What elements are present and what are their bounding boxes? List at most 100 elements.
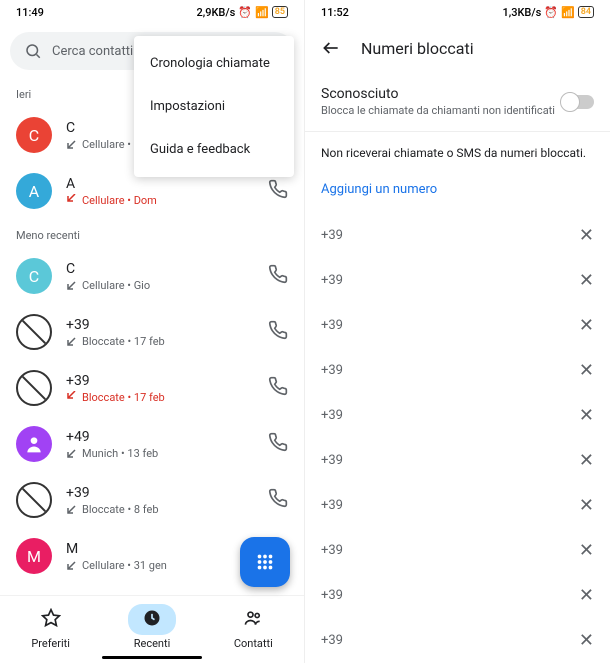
- unknown-toggle-row[interactable]: Sconosciuto Blocca le chiamate da chiama…: [305, 72, 610, 132]
- battery-indicator: 85: [272, 6, 288, 18]
- status-time: 11:49: [16, 6, 44, 19]
- blocked-number: +39: [321, 408, 343, 423]
- call-row[interactable]: +39Bloccate • 17 feb: [0, 304, 304, 360]
- call-name: +39: [66, 373, 254, 389]
- blocked-number: +39: [321, 363, 343, 378]
- blocked-row: +39 ✕: [305, 573, 610, 618]
- screen-header: Numeri bloccati: [305, 24, 610, 72]
- remove-icon[interactable]: ✕: [579, 405, 594, 426]
- call-name: A: [66, 176, 254, 192]
- remove-icon[interactable]: ✕: [579, 495, 594, 516]
- status-bar: 11:52 1,3KB/s ⏰ 📶 84: [305, 0, 610, 24]
- avatar: C: [16, 258, 52, 294]
- star-icon: [41, 608, 61, 628]
- blocked-icon: [16, 482, 52, 518]
- blocked-number: +39: [321, 318, 343, 333]
- call-button[interactable]: [268, 488, 288, 512]
- signal-icon: 📶: [561, 6, 575, 19]
- clock-icon: [142, 608, 162, 628]
- call-subtitle: Bloccate • 8 feb: [66, 503, 254, 516]
- blocked-numbers-screen: 11:52 1,3KB/s ⏰ 📶 84 Numeri bloccati Sco…: [305, 0, 610, 663]
- call-button[interactable]: [268, 179, 288, 203]
- people-icon: [243, 608, 263, 628]
- remove-icon[interactable]: ✕: [579, 630, 594, 651]
- blocked-row: +39 ✕: [305, 438, 610, 483]
- back-icon[interactable]: [321, 38, 341, 58]
- nav-favorites[interactable]: Preferiti: [27, 604, 75, 650]
- call-button[interactable]: [268, 376, 288, 400]
- menu-help[interactable]: Guida e feedback: [134, 128, 294, 171]
- remove-icon[interactable]: ✕: [579, 585, 594, 606]
- call-name: +39: [66, 317, 254, 333]
- avatar: C: [16, 117, 52, 153]
- blocked-row: +39✕: [305, 213, 610, 258]
- remove-icon[interactable]: ✕: [579, 270, 594, 291]
- call-button[interactable]: [268, 432, 288, 456]
- call-subtitle: Cellulare • 31 gen: [66, 559, 254, 572]
- remove-icon[interactable]: ✕: [579, 450, 594, 471]
- alarm-icon: ⏰: [238, 6, 252, 19]
- remove-icon[interactable]: ✕: [579, 540, 594, 561]
- call-button[interactable]: [268, 264, 288, 288]
- dialpad-icon: [254, 551, 276, 573]
- nav-recents[interactable]: Recenti: [128, 604, 176, 650]
- status-time: 11:52: [321, 6, 349, 19]
- remove-icon[interactable]: ✕: [579, 315, 594, 336]
- avatar: M: [16, 538, 52, 574]
- call-row[interactable]: +39 Bloccate • 8 feb: [0, 472, 304, 528]
- call-subtitle: Cellulare • Dom: [66, 194, 254, 207]
- blocked-number: +39: [321, 588, 343, 603]
- blocked-number: +39: [321, 543, 343, 558]
- call-name: +39: [66, 485, 254, 501]
- toggle-subtitle: Blocca le chiamate da chiamanti non iden…: [321, 104, 555, 117]
- call-row[interactable]: +49 Munich • 13 feb: [0, 416, 304, 472]
- avatar: [16, 426, 52, 462]
- call-button[interactable]: [268, 320, 288, 344]
- call-subtitle: Munich • 13 feb: [66, 447, 254, 460]
- blocked-row: +39 ✕: [305, 483, 610, 528]
- menu-settings[interactable]: Impostazioni: [134, 85, 294, 128]
- home-indicator: [102, 656, 202, 659]
- blocked-row: +39 ✕: [305, 618, 610, 663]
- page-title: Numeri bloccati: [361, 39, 474, 58]
- section-older: Meno recenti: [0, 219, 304, 248]
- call-list: CCCellulare • DonAACellulare • DomMeno r…: [0, 107, 304, 595]
- call-name: M: [66, 541, 254, 557]
- signal-icon: 📶: [255, 6, 269, 19]
- alarm-icon: ⏰: [544, 6, 558, 19]
- call-name: +49: [66, 429, 254, 445]
- battery-indicator: 84: [578, 6, 594, 18]
- overflow-menu: Cronologia chiamate Impostazioni Guida e…: [134, 36, 294, 177]
- blocked-icon: [16, 314, 52, 350]
- status-net: 1,3KB/s: [502, 6, 541, 19]
- blocked-number: +39: [321, 633, 343, 648]
- avatar: A: [16, 173, 52, 209]
- blocked-number: +39: [321, 453, 343, 468]
- remove-icon[interactable]: ✕: [579, 360, 594, 381]
- search-icon: [24, 42, 42, 60]
- nav-contacts[interactable]: Contatti: [229, 604, 277, 650]
- remove-icon[interactable]: ✕: [579, 225, 594, 246]
- blocked-number: +39: [321, 273, 343, 288]
- blocked-row: +39 ✕: [305, 303, 610, 348]
- blocked-list: +39✕+39✕+39✕+39✕+39✕+39✕+39✕+39✕+39✕+39✕…: [305, 213, 610, 663]
- blocked-number: +39: [321, 498, 343, 513]
- dialpad-fab[interactable]: [240, 537, 290, 587]
- toggle-switch[interactable]: [562, 95, 594, 109]
- call-row[interactable]: CCCellulare • Gio: [0, 248, 304, 304]
- status-right: 2,9KB/s ⏰ 📶 85: [196, 6, 288, 19]
- menu-call-history[interactable]: Cronologia chiamate: [134, 42, 294, 85]
- call-row[interactable]: +39 Bloccate • 17 feb: [0, 360, 304, 416]
- search-placeholder: Cerca contatti e: [52, 44, 143, 59]
- call-subtitle: Bloccate • 17 feb: [66, 391, 254, 404]
- blocked-row: +39 ✕: [305, 258, 610, 303]
- status-bar: 11:49 2,9KB/s ⏰ 📶 85: [0, 0, 304, 24]
- blocked-icon: [16, 370, 52, 406]
- notice-text: Non riceverai chiamate o SMS da numeri b…: [305, 132, 610, 174]
- status-right: 1,3KB/s ⏰ 📶 84: [502, 6, 594, 19]
- phone-app-recents-screen: 11:49 2,9KB/s ⏰ 📶 85 Cerca contatti e Cr…: [0, 0, 305, 663]
- call-name: C: [66, 261, 254, 277]
- add-number-link[interactable]: Aggiungi un numero: [305, 174, 610, 213]
- status-net: 2,9KB/s: [196, 6, 235, 19]
- blocked-row: +39 ✕: [305, 348, 610, 393]
